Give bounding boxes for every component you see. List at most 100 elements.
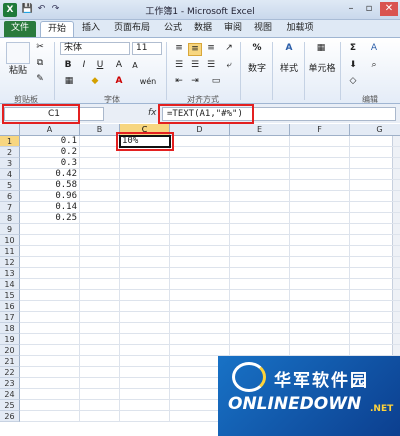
cell[interactable]: [230, 290, 290, 301]
cell[interactable]: [290, 301, 350, 312]
cell[interactable]: [20, 389, 80, 400]
styles-button[interactable]: 样式: [276, 64, 302, 75]
cell[interactable]: [350, 279, 400, 290]
cell[interactable]: [230, 158, 290, 169]
cell[interactable]: [20, 400, 80, 411]
cell[interactable]: [80, 180, 120, 191]
row-header[interactable]: 12: [0, 257, 20, 268]
cell[interactable]: [80, 224, 120, 235]
cell[interactable]: [230, 202, 290, 213]
cell[interactable]: [230, 345, 290, 356]
close-icon[interactable]: ✕: [380, 2, 398, 16]
row-header[interactable]: 18: [0, 323, 20, 334]
cell[interactable]: [350, 257, 400, 268]
cell[interactable]: [290, 235, 350, 246]
row-header[interactable]: 1: [0, 136, 20, 147]
cell[interactable]: [170, 224, 230, 235]
cell-a1[interactable]: 0.1: [20, 136, 80, 147]
cell[interactable]: [20, 378, 80, 389]
align-right-icon[interactable]: ☰: [204, 60, 218, 71]
cell-a3[interactable]: 0.3: [20, 158, 80, 169]
cell[interactable]: [80, 136, 120, 147]
text-orientation-icon[interactable]: ↗: [222, 43, 236, 54]
font-color-button[interactable]: A: [112, 76, 126, 87]
cell[interactable]: [20, 411, 80, 422]
cell[interactable]: [230, 224, 290, 235]
border-icon[interactable]: ▦: [62, 76, 76, 87]
font-shrink-icon[interactable]: A: [128, 60, 142, 71]
cell[interactable]: [350, 323, 400, 334]
row-header[interactable]: 4: [0, 169, 20, 180]
cell[interactable]: [290, 180, 350, 191]
restore-icon[interactable]: ▫: [362, 2, 376, 16]
percent-icon[interactable]: %: [248, 43, 266, 54]
paste-icon[interactable]: [6, 42, 30, 64]
cell[interactable]: [290, 213, 350, 224]
cell[interactable]: [290, 246, 350, 257]
merge-center-icon[interactable]: ▭: [206, 76, 226, 87]
row-header[interactable]: 2: [0, 147, 20, 158]
tab-addins[interactable]: 加载项: [280, 21, 320, 37]
row-header[interactable]: 20: [0, 345, 20, 356]
cell[interactable]: [170, 345, 230, 356]
cell[interactable]: [230, 268, 290, 279]
cell[interactable]: [230, 136, 290, 147]
column-header-g[interactable]: G: [350, 124, 400, 136]
cell[interactable]: [350, 169, 400, 180]
cell[interactable]: [170, 158, 230, 169]
cell[interactable]: [20, 367, 80, 378]
italic-button[interactable]: I: [78, 60, 90, 71]
row-header[interactable]: 26: [0, 411, 20, 422]
row-header[interactable]: 5: [0, 180, 20, 191]
cell[interactable]: [120, 213, 170, 224]
cell[interactable]: [350, 158, 400, 169]
cell[interactable]: [290, 169, 350, 180]
row-header[interactable]: 11: [0, 246, 20, 257]
cell[interactable]: [290, 136, 350, 147]
cell[interactable]: [80, 400, 120, 411]
cell[interactable]: [170, 235, 230, 246]
cell[interactable]: [20, 257, 80, 268]
cell[interactable]: [230, 334, 290, 345]
row-header[interactable]: 19: [0, 334, 20, 345]
cell[interactable]: [350, 334, 400, 345]
column-header-a[interactable]: A: [20, 124, 80, 136]
cell[interactable]: [170, 257, 230, 268]
cell[interactable]: [80, 158, 120, 169]
cell[interactable]: [170, 202, 230, 213]
cell[interactable]: [20, 334, 80, 345]
cell[interactable]: [120, 257, 170, 268]
cells-button[interactable]: 单元格: [306, 64, 338, 75]
font-name-field[interactable]: 宋体: [60, 42, 130, 55]
decrease-indent-icon[interactable]: ⇤: [172, 76, 186, 87]
find-select-icon[interactable]: ⌕: [366, 60, 382, 71]
cell[interactable]: [120, 411, 170, 422]
fill-icon[interactable]: ⬇: [346, 60, 360, 71]
fill-color-icon[interactable]: ◆: [88, 76, 102, 87]
tab-home[interactable]: 开始: [40, 21, 74, 37]
cell[interactable]: [20, 268, 80, 279]
cell[interactable]: [80, 257, 120, 268]
cell[interactable]: [350, 202, 400, 213]
cell[interactable]: [120, 290, 170, 301]
cell[interactable]: [170, 169, 230, 180]
cell-a4[interactable]: 0.42: [20, 169, 80, 180]
cell[interactable]: [120, 334, 170, 345]
row-header[interactable]: 16: [0, 301, 20, 312]
select-all-corner[interactable]: [0, 124, 20, 136]
cell[interactable]: [350, 235, 400, 246]
cell[interactable]: [120, 224, 170, 235]
column-header-d[interactable]: D: [170, 124, 230, 136]
cell[interactable]: [170, 268, 230, 279]
cells-icon[interactable]: ▦: [312, 43, 330, 54]
cell[interactable]: [120, 158, 170, 169]
font-grow-icon[interactable]: A: [112, 60, 126, 71]
cell[interactable]: [230, 213, 290, 224]
cell-a5[interactable]: 0.58: [20, 180, 80, 191]
cell[interactable]: [290, 191, 350, 202]
tab-page-layout[interactable]: 页面布局: [108, 21, 156, 37]
cell[interactable]: [120, 202, 170, 213]
cell[interactable]: [290, 257, 350, 268]
cell[interactable]: [80, 389, 120, 400]
underline-button[interactable]: U: [94, 60, 106, 71]
